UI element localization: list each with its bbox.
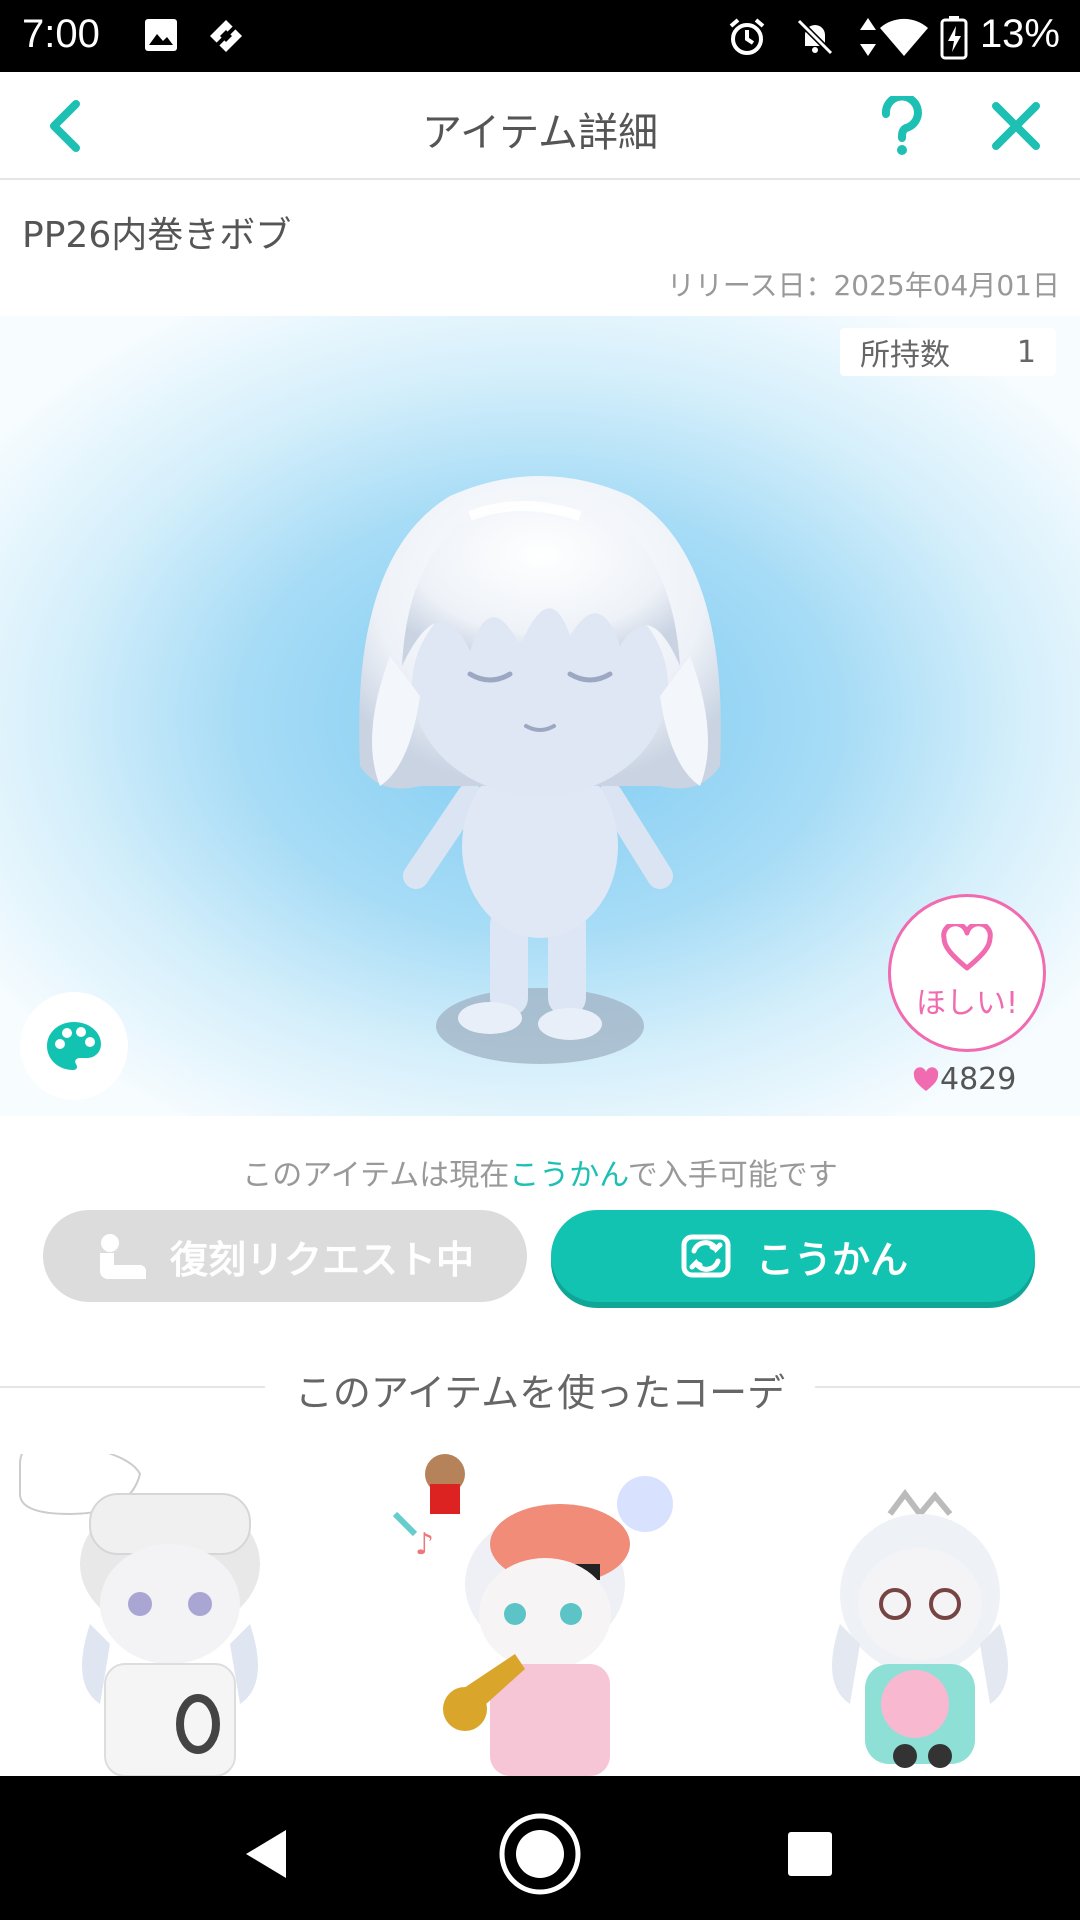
- battery-percent: 13%: [979, 12, 1060, 56]
- coord-image: [19, 1454, 260, 1776]
- data-arrows-icon: [860, 18, 876, 56]
- reissue-request-label: 復刻リクエスト中: [169, 1237, 474, 1282]
- close-icon: [992, 102, 1040, 150]
- availability-suffix: で入手可能です: [627, 1158, 838, 1193]
- battery-charging-icon: [940, 16, 968, 60]
- nav-recents-icon: [788, 1832, 832, 1876]
- owned-count-badge: 所持数 1: [840, 328, 1056, 376]
- coord-thumbnail[interactable]: [10, 1454, 340, 1776]
- release-date: リリース日：2025年04月01日: [666, 269, 1060, 302]
- nav-home-button[interactable]: [498, 1812, 582, 1896]
- nav-recents-button[interactable]: [768, 1812, 852, 1896]
- availability-prefix: このアイテムは現在: [242, 1158, 510, 1193]
- owned-label: 所持数: [860, 338, 950, 373]
- image-icon: [145, 19, 177, 51]
- heart-filled-icon: [913, 1066, 939, 1091]
- want-count-value: 4829: [940, 1062, 1017, 1097]
- diamond-app-icon: [210, 20, 242, 52]
- color-palette-button[interactable]: [20, 992, 128, 1100]
- status-time: 7:00: [22, 12, 100, 56]
- system-nav-bar: [0, 1776, 1080, 1920]
- status-bar: 7:00 13%: [0, 0, 1080, 72]
- close-button[interactable]: [980, 90, 1052, 162]
- exchange-button[interactable]: こうかん: [551, 1210, 1035, 1302]
- exchange-icon: [681, 1234, 731, 1278]
- coords-list: ♪: [0, 1454, 1080, 1776]
- item-name: PP26内巻きボブ: [22, 215, 292, 256]
- nav-back-icon: [246, 1830, 286, 1878]
- want-button[interactable]: ほしい!: [888, 894, 1046, 1052]
- header-bar: アイテム詳細: [0, 72, 1080, 180]
- availability-text: このアイテムは現在こうかんで入手可能です: [0, 1150, 1080, 1194]
- svg-text:♪: ♪: [415, 1527, 434, 1562]
- palette-icon: [47, 1022, 101, 1070]
- exchange-label: こうかん: [755, 1237, 908, 1282]
- coord-thumbnail[interactable]: ♪: [375, 1454, 705, 1776]
- reissue-request-button[interactable]: 復刻リクエスト中: [43, 1210, 527, 1302]
- question-icon: [881, 96, 922, 155]
- coord-image: ♪: [392, 1454, 673, 1776]
- nav-back-button[interactable]: [224, 1812, 308, 1896]
- bell-off-icon: [796, 18, 834, 56]
- coords-section-title: このアイテムを使ったコーデ: [0, 1362, 1080, 1417]
- want-count: 4829: [912, 1062, 1016, 1097]
- owned-count: 1: [1016, 334, 1036, 370]
- avatar-hair-preview: [359, 476, 721, 1064]
- request-person-icon: [99, 1234, 146, 1279]
- alarm-icon: [729, 18, 765, 55]
- coords-title-text: このアイテムを使ったコーデ: [264, 1371, 816, 1415]
- help-button[interactable]: [866, 90, 938, 162]
- nav-home-icon: [499, 1813, 581, 1895]
- availability-highlight: こうかん: [509, 1158, 628, 1193]
- wifi-icon: [880, 18, 928, 56]
- heart-outline-icon: [941, 924, 993, 971]
- item-preview: 所持数 1 ほしい! 4829: [0, 316, 1080, 1116]
- want-label: ほしい!: [915, 986, 1019, 1021]
- coord-thumbnail[interactable]: [740, 1454, 1070, 1776]
- coord-image: [832, 1489, 1008, 1768]
